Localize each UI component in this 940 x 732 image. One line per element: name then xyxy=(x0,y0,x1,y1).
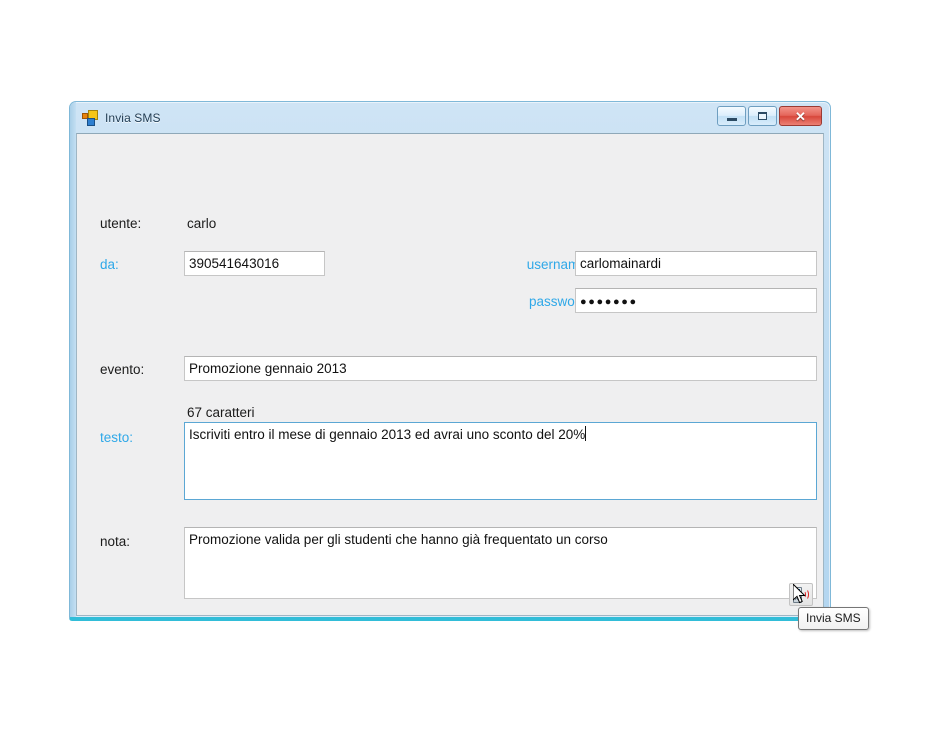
sms-phone-icon xyxy=(793,587,810,603)
minimize-button[interactable] xyxy=(717,106,746,126)
invia-sms-window: Invia SMS ✕ utente: carlo da: 3905416430… xyxy=(69,101,831,621)
testo-textarea[interactable]: Iscriviti entro il mese di gennaio 2013 … xyxy=(184,422,817,500)
maximize-icon xyxy=(758,112,767,120)
password-masked-value: ●●●●●●● xyxy=(580,296,638,308)
password-skebby-input[interactable]: ●●●●●●● xyxy=(575,288,817,313)
da-label: da: xyxy=(100,257,119,272)
window-title: Invia SMS xyxy=(105,110,161,125)
testo-value: Iscriviti entro il mese di gennaio 2013 … xyxy=(189,427,586,442)
nota-label: nota: xyxy=(100,534,131,549)
da-input[interactable]: 390541643016 xyxy=(184,251,325,276)
close-icon: ✕ xyxy=(795,108,806,124)
title-bar[interactable]: Invia SMS ✕ xyxy=(76,102,824,133)
close-button[interactable]: ✕ xyxy=(779,106,822,126)
window-buttons: ✕ xyxy=(717,106,822,126)
testo-label: testo: xyxy=(100,430,134,445)
evento-label: evento: xyxy=(100,362,145,377)
maximize-button[interactable] xyxy=(748,106,777,126)
winforms-app-icon xyxy=(82,109,98,126)
nota-textarea[interactable]: Promozione valida per gli studenti che h… xyxy=(184,527,817,599)
invia-sms-button[interactable] xyxy=(789,583,813,606)
utente-value: carlo xyxy=(187,216,217,231)
evento-input[interactable]: Promozione gennaio 2013 xyxy=(184,356,817,381)
minimize-icon xyxy=(726,117,737,121)
character-counter: 67 caratteri xyxy=(187,405,255,420)
utente-label: utente: xyxy=(100,216,142,231)
username-skebby-input[interactable]: carlomainardi xyxy=(575,251,817,276)
form-client-area: utente: carlo da: 390541643016 username … xyxy=(76,133,824,616)
send-button-tooltip: Invia SMS xyxy=(798,607,869,630)
text-caret xyxy=(585,426,587,441)
